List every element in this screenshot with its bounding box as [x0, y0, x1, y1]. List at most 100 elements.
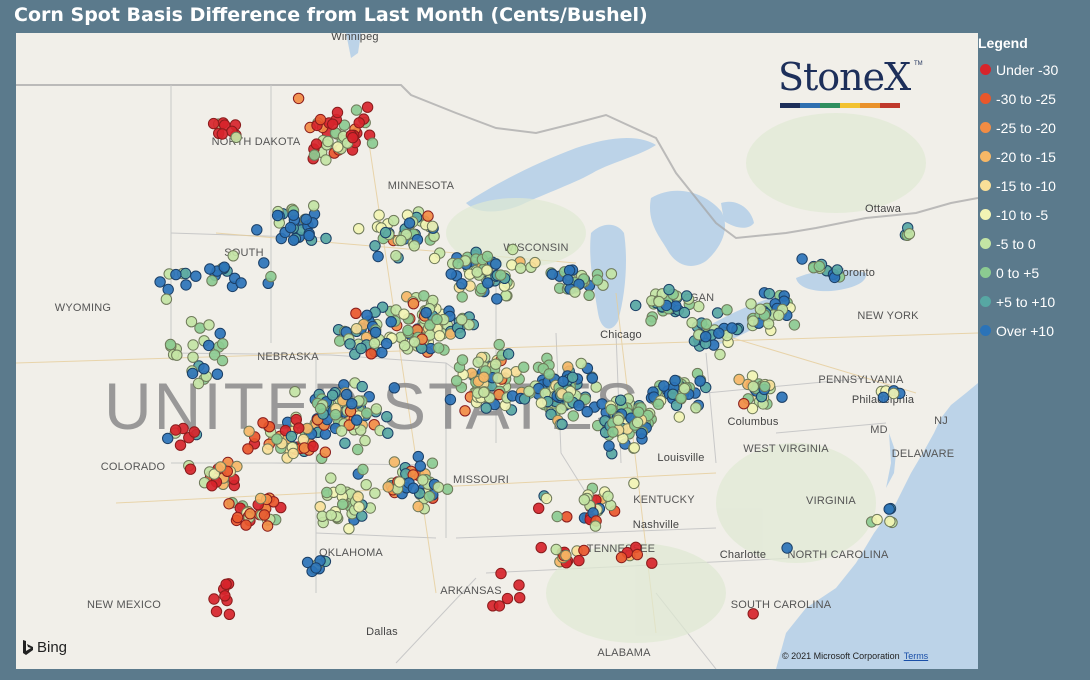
basis-point[interactable] — [481, 264, 493, 276]
basis-point[interactable] — [523, 385, 535, 397]
basis-point[interactable] — [471, 266, 483, 278]
basis-point[interactable] — [884, 515, 896, 528]
basis-point[interactable] — [380, 337, 393, 350]
basis-point[interactable] — [261, 520, 274, 532]
basis-point[interactable] — [459, 405, 471, 417]
basis-point[interactable] — [433, 330, 446, 342]
basis-point[interactable] — [560, 549, 572, 562]
basis-point[interactable] — [561, 511, 573, 523]
legend-item[interactable]: -30 to -25 — [978, 84, 1088, 113]
basis-point[interactable] — [493, 600, 506, 612]
basis-point[interactable] — [678, 382, 691, 395]
basis-point[interactable] — [501, 592, 514, 605]
basis-point[interactable] — [216, 128, 229, 140]
basis-point[interactable] — [314, 501, 326, 513]
basis-point[interactable] — [445, 268, 457, 280]
basis-point[interactable] — [482, 277, 494, 289]
basis-point[interactable] — [563, 264, 576, 277]
basis-point[interactable] — [456, 278, 468, 290]
basis-point[interactable] — [700, 331, 712, 343]
basis-point[interactable] — [293, 422, 305, 434]
basis-point[interactable] — [432, 481, 445, 493]
basis-point[interactable] — [422, 210, 434, 222]
basis-point[interactable] — [631, 548, 643, 561]
basis-point[interactable] — [408, 240, 420, 252]
basis-point[interactable] — [223, 498, 235, 510]
basis-point[interactable] — [357, 463, 369, 476]
basis-point[interactable] — [747, 380, 759, 393]
basis-point[interactable] — [373, 209, 385, 221]
basis-point[interactable] — [203, 339, 215, 352]
basis-point[interactable] — [492, 372, 504, 384]
basis-point[interactable] — [308, 149, 321, 161]
basis-point[interactable] — [533, 502, 545, 514]
basis-point[interactable] — [693, 300, 705, 313]
basis-point[interactable] — [185, 316, 198, 328]
basis-point[interactable] — [325, 472, 337, 484]
basis-point[interactable] — [675, 392, 687, 404]
basis-point[interactable] — [591, 274, 604, 286]
basis-point[interactable] — [831, 264, 843, 276]
basis-point[interactable] — [456, 314, 468, 326]
basis-point[interactable] — [423, 490, 436, 503]
map-canvas[interactable]: UNITED STATES WinnipegNORTH DAKOTAMINNES… — [16, 33, 978, 669]
basis-point[interactable] — [339, 437, 351, 449]
basis-point[interactable] — [398, 308, 410, 320]
basis-point[interactable] — [555, 403, 567, 415]
basis-point[interactable] — [567, 410, 579, 422]
basis-point[interactable] — [602, 490, 614, 502]
basis-point[interactable] — [244, 508, 256, 520]
basis-point[interactable] — [578, 494, 590, 506]
basis-point[interactable] — [223, 608, 236, 620]
basis-point[interactable] — [745, 298, 757, 310]
basis-point[interactable] — [217, 338, 229, 350]
basis-point[interactable] — [350, 104, 363, 116]
legend-item[interactable]: +5 to +10 — [978, 287, 1088, 316]
basis-point[interactable] — [393, 476, 406, 488]
basis-point[interactable] — [540, 492, 553, 505]
basis-point[interactable] — [491, 293, 503, 305]
basis-point[interactable] — [543, 368, 555, 380]
basis-point[interactable] — [326, 389, 339, 401]
basis-point[interactable] — [444, 393, 457, 406]
legend-item[interactable]: -25 to -20 — [978, 113, 1088, 142]
basis-point[interactable] — [529, 256, 541, 269]
basis-point[interactable] — [251, 224, 263, 236]
basis-point[interactable] — [694, 375, 706, 387]
basis-point[interactable] — [456, 291, 468, 303]
basis-point[interactable] — [343, 523, 355, 535]
basis-point[interactable] — [605, 403, 617, 416]
basis-point[interactable] — [877, 391, 890, 403]
basis-point[interactable] — [382, 427, 394, 439]
basis-point[interactable] — [903, 228, 916, 240]
basis-point[interactable] — [258, 509, 271, 521]
basis-point[interactable] — [208, 593, 220, 605]
basis-point[interactable] — [472, 356, 484, 368]
legend-item[interactable]: Over +10 — [978, 316, 1088, 345]
basis-point[interactable] — [402, 324, 414, 337]
basis-point[interactable] — [308, 200, 320, 212]
basis-point[interactable] — [388, 456, 401, 468]
legend-item[interactable]: -20 to -15 — [978, 142, 1088, 171]
basis-point[interactable] — [507, 243, 519, 256]
basis-point[interactable] — [369, 326, 382, 338]
basis-point[interactable] — [883, 503, 895, 515]
basis-point[interactable] — [395, 234, 407, 247]
basis-point[interactable] — [412, 500, 424, 513]
basis-point[interactable] — [502, 348, 515, 360]
basis-point[interactable] — [235, 277, 247, 289]
basis-point[interactable] — [454, 327, 466, 340]
basis-point[interactable] — [450, 375, 463, 387]
basis-point[interactable] — [586, 372, 599, 384]
basis-point[interactable] — [300, 213, 312, 226]
basis-point[interactable] — [369, 240, 381, 252]
basis-point[interactable] — [160, 293, 173, 305]
basis-point[interactable] — [495, 567, 507, 580]
basis-point[interactable] — [171, 349, 183, 361]
basis-point[interactable] — [320, 232, 332, 245]
basis-point[interactable] — [888, 387, 900, 400]
basis-point[interactable] — [335, 425, 348, 437]
basis-point[interactable] — [287, 447, 299, 460]
basis-point[interactable] — [550, 543, 562, 556]
basis-point[interactable] — [360, 479, 372, 491]
